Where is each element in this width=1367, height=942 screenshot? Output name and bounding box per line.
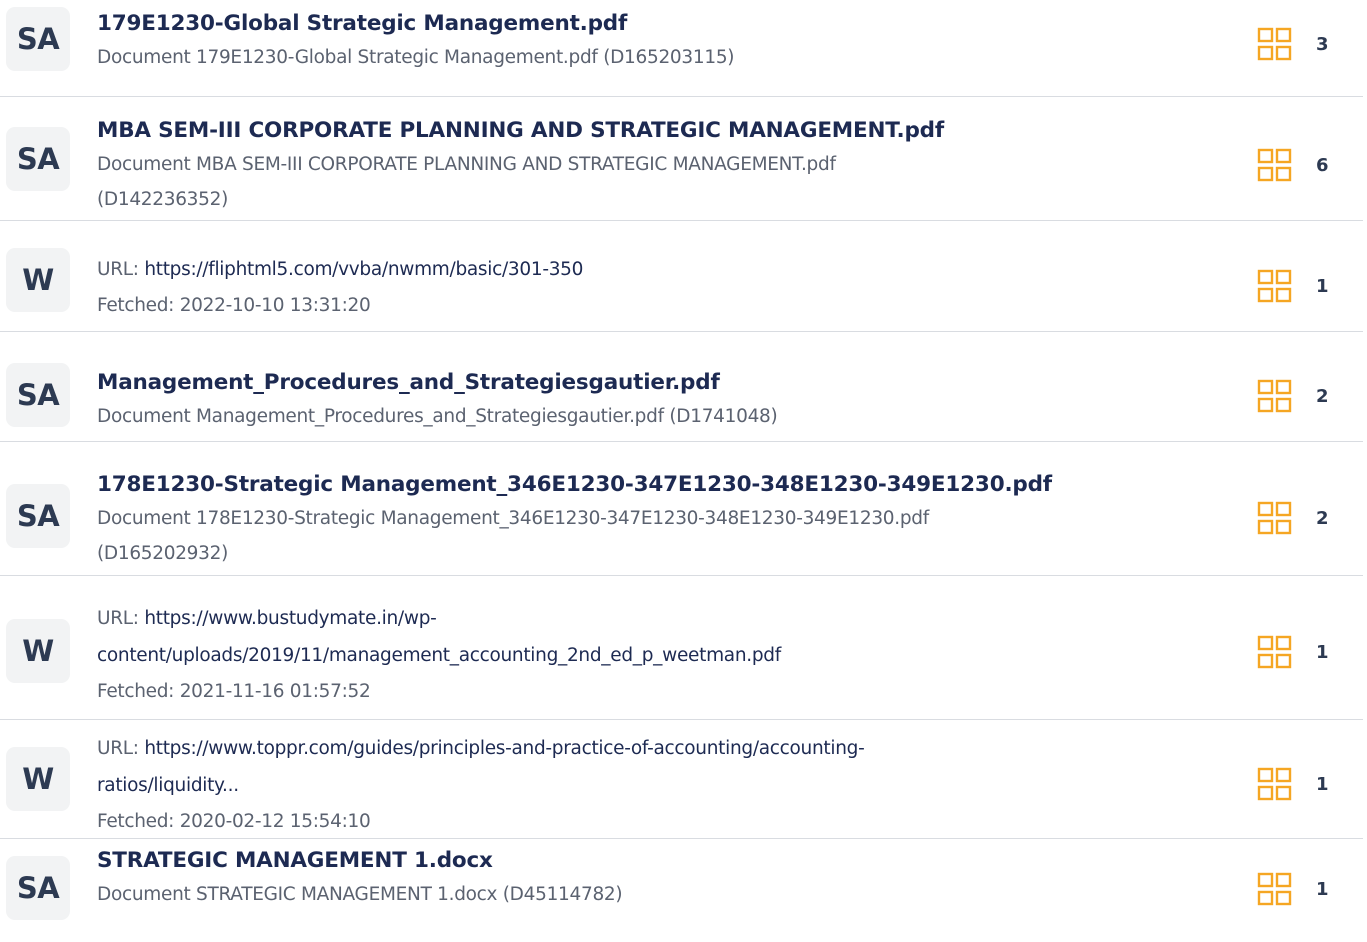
source-url-line: URL: https://fliphtml5.com/vvba/nwmm/bas…	[97, 251, 1207, 288]
match-count: 3	[1316, 33, 1329, 55]
source-title[interactable]: MBA SEM-III CORPORATE PLANNING AND STRAT…	[97, 115, 1207, 147]
source-title[interactable]: 179E1230-Global Strategic Management.pdf	[97, 8, 1207, 40]
grid-icon[interactable]	[1257, 148, 1292, 182]
source-row[interactable]: W URL: https://www.toppr.com/guides/prin…	[0, 720, 1363, 839]
source-type-badge: SA	[6, 7, 70, 71]
grid-icon[interactable]	[1257, 872, 1292, 906]
match-count: 1	[1316, 641, 1329, 663]
grid-icon[interactable]	[1257, 269, 1292, 303]
match-count: 2	[1316, 507, 1329, 529]
match-count: 1	[1316, 878, 1329, 900]
source-description: Document 179E1230-Global Strategic Manag…	[97, 47, 735, 68]
source-description: Document 178E1230-Strategic Management_3…	[97, 508, 929, 529]
source-row[interactable]: SA MBA SEM-III CORPORATE PLANNING AND ST…	[0, 97, 1363, 221]
grid-icon[interactable]	[1257, 27, 1292, 61]
grid-icon[interactable]	[1257, 501, 1292, 535]
source-type-badge: SA	[6, 856, 70, 920]
source-type-badge: SA	[6, 363, 70, 427]
source-title[interactable]: STRATEGIC MANAGEMENT 1.docx	[97, 845, 1207, 877]
source-url-line: content/uploads/2019/11/management_accou…	[97, 637, 1207, 674]
match-count: 1	[1316, 773, 1329, 795]
source-description: Document MBA SEM-III CORPORATE PLANNING …	[97, 154, 836, 175]
source-url-line: ratios/liquidity...	[97, 767, 1207, 804]
match-count: 2	[1316, 385, 1329, 407]
source-row[interactable]: W URL: https://fliphtml5.com/vvba/nwmm/b…	[0, 221, 1363, 332]
source-description: (D165202932)	[97, 543, 229, 564]
source-url-link[interactable]: https://www.toppr.com/guides/principles-…	[144, 738, 864, 759]
grid-icon[interactable]	[1257, 379, 1292, 413]
source-url-line: URL: https://www.bustudymate.in/wp-	[97, 600, 1207, 637]
match-count: 1	[1316, 275, 1329, 297]
source-type-badge: W	[6, 248, 70, 312]
fetched-date: Fetched: 2021-11-16 01:57:52	[97, 681, 371, 702]
fetched-date: Fetched: 2020-02-12 15:54:10	[97, 811, 371, 832]
source-row[interactable]: SA 178E1230-Strategic Management_346E123…	[0, 442, 1363, 576]
url-label: URL:	[97, 259, 145, 280]
grid-icon[interactable]	[1257, 635, 1292, 669]
source-row[interactable]: SA 179E1230-Global Strategic Management.…	[0, 0, 1363, 97]
source-description: (D142236352)	[97, 189, 229, 210]
source-url-link[interactable]: ratios/liquidity...	[97, 775, 239, 796]
source-title[interactable]: Management_Procedures_and_Strategiesgaut…	[97, 367, 1207, 399]
source-row[interactable]: SA Management_Procedures_and_Strategiesg…	[0, 332, 1363, 442]
source-description: Document Management_Procedures_and_Strat…	[97, 406, 778, 427]
source-row[interactable]: SA STRATEGIC MANAGEMENT 1.docx Document …	[0, 839, 1363, 942]
source-description: Document STRATEGIC MANAGEMENT 1.docx (D4…	[97, 884, 623, 905]
match-count: 6	[1316, 154, 1329, 176]
source-list: SA 179E1230-Global Strategic Management.…	[0, 0, 1367, 942]
source-type-badge: W	[6, 619, 70, 683]
fetched-date: Fetched: 2022-10-10 13:31:20	[97, 295, 371, 316]
source-url-link[interactable]: https://www.bustudymate.in/wp-	[144, 608, 436, 629]
source-url-line: URL: https://www.toppr.com/guides/princi…	[97, 730, 1207, 767]
url-label: URL:	[97, 608, 145, 629]
source-title[interactable]: 178E1230-Strategic Management_346E1230-3…	[97, 469, 1207, 501]
source-url-link[interactable]: content/uploads/2019/11/management_accou…	[97, 645, 781, 666]
source-type-badge: SA	[6, 127, 70, 191]
source-row[interactable]: W URL: https://www.bustudymate.in/wp- co…	[0, 576, 1363, 720]
grid-icon[interactable]	[1257, 767, 1292, 801]
source-type-badge: SA	[6, 484, 70, 548]
url-label: URL:	[97, 738, 145, 759]
source-type-badge: W	[6, 747, 70, 811]
source-url-link[interactable]: https://fliphtml5.com/vvba/nwmm/basic/30…	[144, 259, 583, 280]
